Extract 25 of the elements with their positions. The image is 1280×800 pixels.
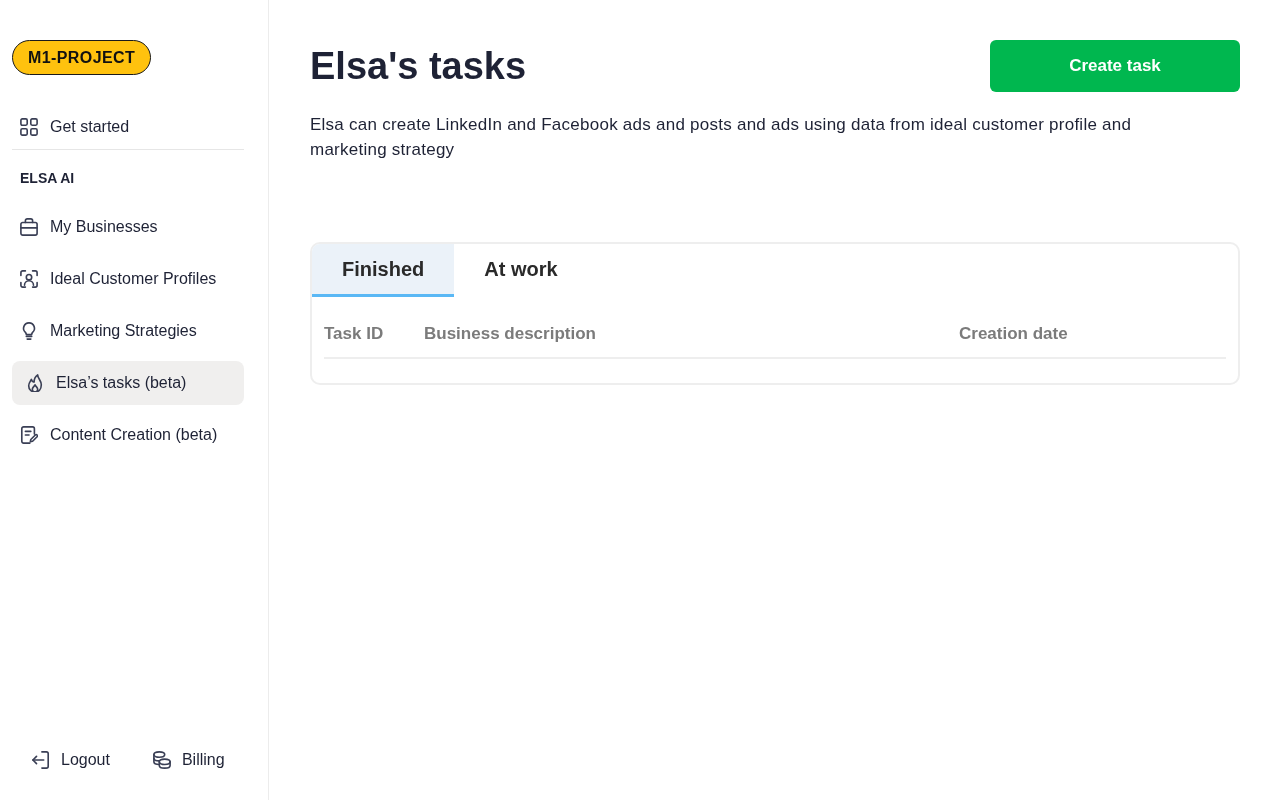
project-badge: M1-PROJECT [12,40,152,75]
face-scan-icon [20,270,38,288]
tab[interactable]: Finished [312,244,455,297]
sidebar-item[interactable]: My Businesses [12,205,244,249]
sidebar-item[interactable]: Marketing Strategies [12,309,244,353]
flame-icon [26,374,44,392]
section-heading: ELSA AI [19,169,76,188]
page-title: Elsa's tasks [310,44,527,89]
lightbulb-icon [20,322,38,340]
logout-icon [32,751,50,769]
briefcase-icon [20,218,38,236]
footer-link[interactable]: Logout [32,748,110,772]
sidebar-item[interactable]: Ideal Customer Profiles [12,257,244,301]
grid-icon [20,118,38,136]
tab[interactable]: At work [454,244,588,297]
page-description: Elsa can create LinkedIn and Facebook ads and posts and ads using data from ideal customer profile and marketing strategy [310,114,1133,161]
document-pen-icon [20,426,38,444]
sidebar-item[interactable]: Get started [12,105,244,149]
sidebar-item[interactable]: Elsa’s tasks (beta) [12,361,244,405]
column-header: Creation date [959,323,1068,345]
footer-link[interactable]: Billing [152,748,225,772]
coins-icon [152,751,171,769]
sidebar-item[interactable]: Content Creation (beta) [12,413,244,457]
column-header: Business description [424,323,597,345]
column-header: Task ID [324,323,385,345]
